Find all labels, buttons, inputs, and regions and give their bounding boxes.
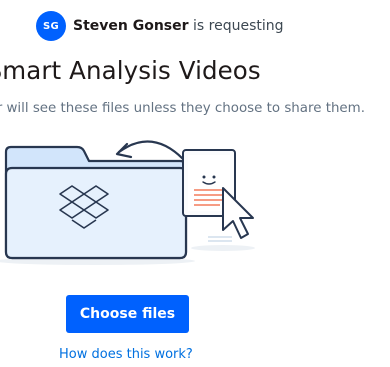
requester-text: Steven Gonser is requesting [73, 18, 284, 34]
privacy-note: nser will see these files unless they ch… [0, 101, 365, 116]
how-does-this-work-link[interactable]: How does this work? [59, 347, 193, 362]
upload-illustration [0, 140, 255, 265]
page-title: nSmart Analysis Videos [0, 56, 261, 85]
requesting-label: is requesting [188, 18, 284, 34]
requester-info: SG Steven Gonser is requesting [36, 11, 284, 41]
requester-name: Steven Gonser [73, 18, 189, 34]
cursor-icon [222, 187, 254, 239]
file-request-page: SG Steven Gonser is requesting nSmart An… [0, 0, 390, 367]
choose-files-button[interactable]: Choose files [66, 295, 189, 333]
curved-arrow-icon [115, 140, 185, 161]
avatar: SG [36, 11, 66, 41]
